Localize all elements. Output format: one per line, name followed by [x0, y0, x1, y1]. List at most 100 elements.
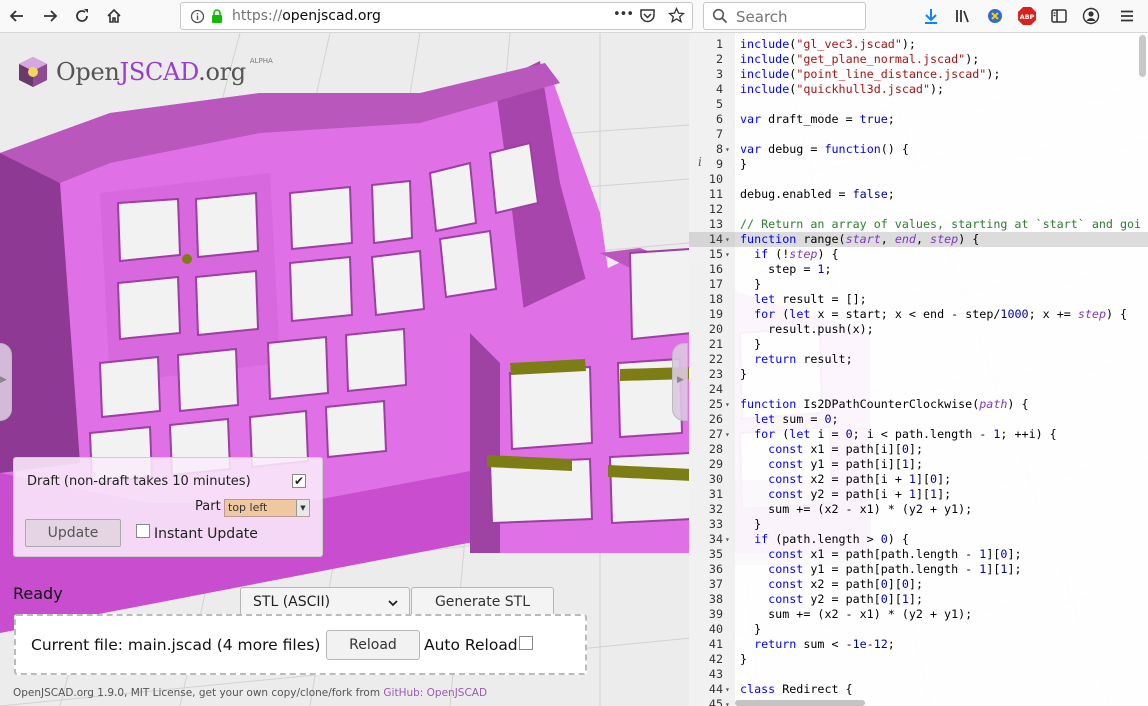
code-line[interactable]: 16 step = 1; — [689, 262, 1148, 277]
code-line[interactable]: 9} — [689, 157, 1148, 172]
url-bar[interactable]: https://openjscad.org ••• — [180, 2, 693, 30]
sidebar-icon[interactable] — [1046, 4, 1072, 28]
code-line[interactable]: 21 } — [689, 337, 1148, 352]
code-line[interactable]: 43 — [689, 667, 1148, 682]
code-text: const y2 = path[i + 1][1]; — [768, 487, 952, 501]
info-marker-icon[interactable]: i — [698, 155, 702, 169]
export-format-select[interactable]: STL (ASCII) — [240, 587, 410, 617]
code-line[interactable]: 44 ▾ class Redirect { — [689, 682, 1148, 697]
forward-arrow-icon[interactable] — [37, 4, 63, 28]
line-number: 26 — [708, 412, 723, 426]
code-line[interactable]: 41 return sum < -1e-12; — [689, 637, 1148, 652]
code-line[interactable]: 4 include("quickhull3d.jscad"); — [689, 82, 1148, 97]
parameters-panel: Draft (non-draft takes 10 minutes) ✔ Par… — [13, 457, 323, 557]
code-line[interactable]: 18 let result = []; — [689, 292, 1148, 307]
bookmark-star-icon[interactable] — [667, 6, 686, 28]
library-icon[interactable] — [950, 4, 976, 28]
pocket-icon[interactable] — [639, 8, 656, 28]
fold-toggle-icon[interactable]: ▾ — [725, 247, 730, 262]
logo-cube-icon — [19, 57, 47, 87]
code-line[interactable]: 2 include("get_plane_normal.jscad"); — [689, 52, 1148, 67]
code-line[interactable]: 23} — [689, 367, 1148, 382]
fold-toggle-icon[interactable]: ▾ — [725, 232, 730, 247]
code-line[interactable]: 12 — [689, 202, 1148, 217]
reload-button[interactable]: Reload — [326, 630, 420, 660]
back-arrow-icon[interactable] — [4, 4, 30, 28]
extension-icon[interactable] — [982, 4, 1008, 28]
code-line[interactable]: 8 ▾ var debug = function() { — [689, 142, 1148, 157]
code-line[interactable]: 17 } — [689, 277, 1148, 292]
code-line[interactable]: 32 sum += (x2 - x1) * (y2 + y1); — [689, 502, 1148, 517]
code-line[interactable]: 20 result.push(x); — [689, 322, 1148, 337]
editor-horizontal-scrollbar[interactable] — [735, 700, 865, 706]
code-line[interactable]: 6 var draft_mode = true; — [689, 112, 1148, 127]
code-line[interactable]: 37 const x2 = path[0][0]; — [689, 577, 1148, 592]
code-line[interactable]: 39 sum += (x2 - x1) * (y2 + y1); — [689, 607, 1148, 622]
code-line[interactable]: 33 } — [689, 517, 1148, 532]
code-line[interactable]: 25 ▾ function Is2DPathCounterClockwise(pat… — [689, 397, 1148, 412]
left-panel-toggle[interactable]: ▶ — [0, 343, 12, 421]
code-line[interactable]: 14 ▾ function range(start, end, step) { — [689, 232, 1148, 247]
code-line[interactable]: 35 const x1 = path[path.length - 1][0]; — [689, 547, 1148, 562]
code-line[interactable]: 36 const y1 = path[path.length - 1][1]; — [689, 562, 1148, 577]
search-input[interactable] — [734, 7, 863, 27]
page-actions-icon[interactable]: ••• — [613, 7, 634, 22]
code-line[interactable]: 34 ▾ if (path.length > 0) { — [689, 532, 1148, 547]
file-dropzone[interactable]: Current file: main.jscad (4 more files) … — [14, 614, 587, 675]
code-line[interactable]: 42} — [689, 652, 1148, 667]
code-line[interactable]: 7 — [689, 127, 1148, 142]
fold-toggle-icon[interactable]: ▾ — [725, 682, 730, 697]
fold-toggle-icon[interactable]: ▾ — [725, 397, 730, 412]
code-line[interactable]: 1 include("gl_vec3.jscad"); — [689, 37, 1148, 52]
code-line[interactable]: 5 — [689, 97, 1148, 112]
openjscad-logo[interactable]: OpenJSCAD.org ALPHA — [16, 55, 273, 89]
code-text: include("quickhull3d.jscad"); — [740, 82, 945, 96]
fold-toggle-icon[interactable]: ▾ — [725, 697, 730, 706]
code-line[interactable]: 10 — [689, 172, 1148, 187]
instant-update-checkbox[interactable] — [136, 524, 150, 538]
github-link[interactable]: GitHub: OpenJSCAD — [383, 687, 487, 699]
code-line[interactable]: 27 ▾ for (let i = 0; i < path.length - 1;… — [689, 427, 1148, 442]
fold-toggle-icon[interactable]: ▾ — [725, 427, 730, 442]
code-editor[interactable]: 1 include("gl_vec3.jscad"); 2 include("get_… — [689, 33, 1148, 706]
lock-icon[interactable] — [210, 8, 224, 28]
adblock-icon[interactable]: ABP — [1014, 4, 1040, 28]
code-line[interactable]: 30 const x2 = path[i + 1][0]; — [689, 472, 1148, 487]
part-label: Part — [195, 499, 221, 514]
line-number: 34 — [708, 532, 723, 546]
reload-icon[interactable] — [69, 4, 95, 28]
line-number: 39 — [708, 607, 723, 621]
code-line[interactable]: 11 debug.enabled = false; — [689, 187, 1148, 202]
code-line[interactable]: 40 } — [689, 622, 1148, 637]
code-line[interactable]: 19 for (let x = start; x < end - step/10… — [689, 307, 1148, 322]
account-icon[interactable] — [1078, 4, 1104, 28]
code-text: } — [740, 277, 762, 291]
auto-reload-checkbox[interactable] — [519, 636, 533, 650]
code-line[interactable]: 26 let sum = 0; — [689, 412, 1148, 427]
draft-checkbox[interactable]: ✔ — [292, 474, 306, 488]
line-number: 12 — [708, 202, 723, 216]
code-text: } — [740, 517, 762, 531]
code-line[interactable]: 24 — [689, 382, 1148, 397]
downloads-icon[interactable] — [918, 4, 944, 28]
code-line[interactable]: 38 const y2 = path[0][1]; — [689, 592, 1148, 607]
code-line[interactable]: 15 ▾ if (!step) { — [689, 247, 1148, 262]
code-line[interactable]: 28 const x1 = path[i][0]; — [689, 442, 1148, 457]
fold-toggle-icon[interactable]: ▾ — [725, 142, 730, 157]
editor-vertical-scrollbar[interactable] — [1139, 35, 1146, 77]
fold-toggle-icon[interactable]: ▾ — [725, 532, 730, 547]
info-icon[interactable] — [190, 9, 205, 28]
search-bar[interactable] — [703, 2, 866, 30]
code-line[interactable]: 22 return result; — [689, 352, 1148, 367]
update-button[interactable]: Update — [25, 519, 121, 547]
code-line[interactable]: 29 const y1 = path[i][1]; — [689, 457, 1148, 472]
code-line[interactable]: 13 // Return an array of values, starting… — [689, 217, 1148, 232]
editor-panel-toggle[interactable]: ▶ — [672, 343, 688, 421]
line-number: 18 — [708, 292, 723, 306]
part-select[interactable]: top left ▼ — [224, 499, 310, 517]
home-icon[interactable] — [101, 4, 127, 28]
menu-icon[interactable] — [1114, 4, 1140, 28]
code-line[interactable]: 31 const y2 = path[i + 1][1]; — [689, 487, 1148, 502]
code-line[interactable]: 3 include("point_line_distance.jscad"); — [689, 67, 1148, 82]
generate-stl-button[interactable]: Generate STL — [411, 587, 554, 617]
